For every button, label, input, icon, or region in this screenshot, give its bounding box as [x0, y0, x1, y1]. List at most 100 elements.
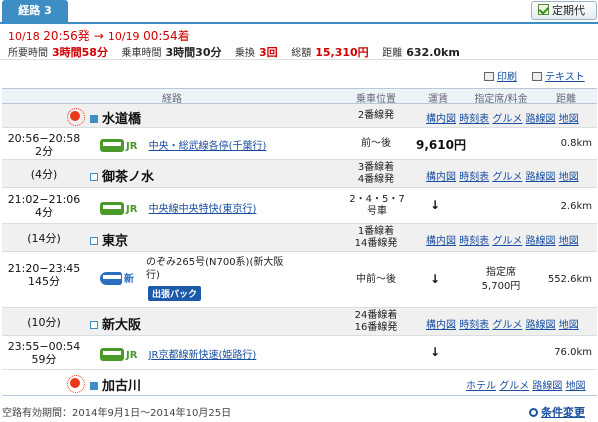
segment-row: 23:55−00:54 59分 JR JR京都線新快速(姫路行) ↓ 76.0km [2, 336, 597, 370]
total-distance: 632.0km [406, 46, 460, 59]
teiki-button[interactable]: 定期代 [531, 1, 597, 20]
sun-icon [67, 108, 85, 126]
tab-route-3[interactable]: 経路 3 [2, 0, 68, 22]
station-map-link[interactable]: 構内図 [426, 114, 456, 125]
platform-arrive: 1番線着 [357, 226, 395, 237]
gourmet-link[interactable]: グルメ [492, 114, 522, 125]
business-pack-badge[interactable]: 出張パック [148, 286, 202, 301]
route-map-link[interactable]: 路線図 [526, 114, 556, 125]
timetable-link[interactable]: 時刻表 [459, 236, 489, 247]
station-map-link[interactable]: 構内図 [426, 172, 456, 183]
badge-label: 出張パック [148, 286, 202, 301]
validity-text: 空路有効期間：2014年9月1日〜2014年10月25日 [2, 408, 232, 419]
segment-row: 21:20−23:45 145分 新 のぞみ265号(N700系)(新大阪行) 出… [2, 252, 597, 308]
route-summary: 10/18 20:56発 → 10/19 00:54着 所要時間 3時間58分 乗車時… [0, 24, 598, 60]
carrier-label: JR [126, 204, 138, 215]
gourmet-link[interactable]: グルメ [492, 172, 522, 183]
station-links: 構内図 時刻表 グルメ 路線図 地図 [426, 316, 579, 331]
total-fare: 15,310円 [315, 46, 369, 59]
segment-time-range: 23:55−00:54 [7, 340, 81, 353]
header-position: 乗車位置 [356, 94, 396, 105]
table-header: 経路 乗車位置 運賃 指定席/料金 距離 [2, 88, 597, 105]
station-name-text: 水道橋 [102, 112, 142, 127]
route-map-link[interactable]: 路線図 [532, 381, 562, 392]
print-link[interactable]: 印刷 [484, 68, 517, 83]
route-map-link[interactable]: 路線図 [526, 172, 556, 183]
arrive-date: 10/19 [107, 30, 140, 43]
segment-time: 21:02−21:06 4分 [2, 193, 86, 219]
print-link-label: 印刷 [497, 72, 517, 83]
train-icon [100, 348, 124, 361]
header-distance: 距離 [556, 94, 576, 105]
platform: 24番線着 16番線発 [344, 310, 408, 334]
station-row: (4分) 御茶ノ水 3番線着 4番線発 構内図 時刻表 グルメ 路線図 地図 [2, 160, 597, 188]
map-link[interactable]: 地図 [566, 381, 586, 392]
map-link[interactable]: 地図 [559, 320, 579, 331]
total-time: 3時間58分 [52, 46, 108, 59]
print-links: 印刷 テキスト [0, 68, 598, 83]
timetable-link[interactable]: 時刻表 [459, 172, 489, 183]
text-link[interactable]: テキスト [532, 68, 585, 83]
station-square-icon [90, 321, 98, 329]
gourmet-link[interactable]: グルメ [499, 381, 529, 392]
segment-duration: 145分 [28, 275, 60, 288]
train-icon [100, 202, 124, 215]
header-reserved: 指定席/料金 [474, 94, 528, 105]
station-map-link[interactable]: 構内図 [426, 236, 456, 247]
station-name-text: 新大阪 [102, 318, 142, 333]
platform-arrive: 3番線着 [357, 162, 395, 173]
depart-date: 10/18 [8, 30, 40, 43]
station-links: 構内図 時刻表 グルメ 路線図 地図 [426, 110, 579, 125]
reserved-label: 指定席 [486, 267, 516, 278]
footer: 空路有効期間：2014年9月1日〜2014年10月25日 条件変更 [0, 402, 598, 422]
map-link[interactable]: 地図 [559, 114, 579, 125]
platform-depart: 16番線発 [354, 322, 398, 333]
timetable-link[interactable]: 時刻表 [459, 114, 489, 125]
carrier-label: JR [126, 141, 138, 152]
segment-time: 23:55−00:54 59分 [2, 340, 86, 366]
line-link[interactable]: 中央線中央特快(東京行) [149, 204, 257, 215]
car-position: 中前〜後 [356, 274, 396, 285]
segment-row: 20:56−20:58 2分 JR 中央・総武線各停(千葉行) 前〜後 9,610… [2, 128, 597, 160]
ride-time-label: 乗車時間 [121, 48, 162, 59]
segment-fare-arrow: ↓ [430, 345, 441, 359]
hotel-link[interactable]: ホテル [466, 381, 496, 392]
gourmet-link[interactable]: グルメ [492, 236, 522, 247]
segment-fare-arrow: ↓ [430, 198, 441, 212]
segment-fare: 9,610円 [416, 138, 466, 152]
segment-distance: 0.8km [560, 138, 592, 149]
segment-time-range: 20:56−20:58 [7, 132, 81, 145]
segment-time-range: 21:20−23:45 [7, 262, 81, 275]
line-link[interactable]: のぞみ265号(N700系)(新大阪行) [146, 256, 296, 282]
timetable-link[interactable]: 時刻表 [459, 320, 489, 331]
line-link[interactable]: 中央・総武線各停(千葉行) [149, 141, 267, 152]
segment-time: 21:20−23:45 145分 [2, 262, 86, 288]
car-position: 前〜後 [361, 138, 391, 149]
segment-time-range: 21:02−21:06 [7, 193, 81, 206]
platform: 3番線着 4番線発 [344, 162, 408, 186]
header-fare: 運賃 [428, 94, 448, 105]
platform: 1番線着 14番線発 [344, 226, 408, 250]
route-map-link[interactable]: 路線図 [526, 320, 556, 331]
segment-line: JR 中央・総武線各停(千葉行) [100, 137, 266, 152]
sun-icon [67, 375, 85, 393]
line-link[interactable]: JR京都線新快速(姫路行) [149, 350, 257, 361]
gourmet-link[interactable]: グルメ [492, 320, 522, 331]
wait-time: (4分) [30, 168, 58, 181]
station-row: (14分) 東京 1番線着 14番線発 構内図 時刻表 グルメ 路線図 地図 [2, 224, 597, 252]
change-conditions-link[interactable]: 条件変更 [529, 404, 585, 420]
reserved-seat: 指定席 5,700円 [468, 266, 534, 294]
station-row: (10分) 新大阪 24番線着 16番線発 構内図 時刻表 グルメ 路線図 地図 [2, 308, 597, 336]
segment-distance: 76.0km [554, 347, 592, 358]
station-square-icon [90, 173, 98, 181]
station-map-link[interactable]: 構内図 [426, 320, 456, 331]
transfer-label: 乗換 [235, 48, 256, 59]
segment-duration: 4分 [35, 206, 53, 219]
summary-times: 10/18 20:56発 → 10/19 00:54着 [8, 27, 190, 44]
document-icon [532, 72, 542, 81]
station-links: 構内図 時刻表 グルメ 路線図 地図 [426, 168, 579, 183]
route-map-link[interactable]: 路線図 [526, 236, 556, 247]
printer-icon [484, 72, 494, 81]
map-link[interactable]: 地図 [559, 236, 579, 247]
map-link[interactable]: 地図 [559, 172, 579, 183]
